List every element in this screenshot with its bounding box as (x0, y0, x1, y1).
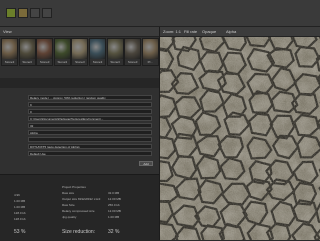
texture-preview[interactable] (160, 37, 320, 240)
thumbnail-image (125, 39, 140, 59)
view-header: Zoom: 1:1 Fill rate Opaque Alpha (160, 27, 320, 37)
project-properties-title: Project Properties (62, 185, 86, 189)
property-row: 0 (0, 109, 160, 115)
property-field[interactable]: 9 (28, 102, 152, 107)
thumbnail-label: Stone3 (55, 60, 70, 64)
view-mode-select[interactable]: Opaque (202, 29, 216, 34)
thumbnail-label: Stone3 (72, 60, 87, 64)
thumbnail-label: Stone3 (125, 60, 140, 64)
thumbnail-image (143, 39, 158, 59)
separator-band (0, 78, 160, 88)
zoom-label: Zoom: 1:1 (163, 29, 181, 34)
settings-icon[interactable] (30, 8, 40, 18)
alpha-toggle[interactable]: Alpha (226, 29, 236, 34)
main-toolbar (0, 0, 320, 27)
thumbnail-label: Stone3 (37, 60, 52, 64)
property-field[interactable]: Alpha (28, 130, 152, 135)
property-row (0, 137, 160, 143)
stat-value: 128.0 kb (14, 211, 26, 215)
project-stat-label: Raw Size (62, 203, 75, 207)
stat-value: 1.00 MB (14, 205, 25, 209)
thumbnail-item[interactable]: Stone3 (89, 38, 106, 66)
thumbnail-label: Stone3 (2, 60, 17, 64)
property-field[interactable]: DXT1/DXT5 (auto detection of Alpha) (28, 144, 152, 149)
project-stat-value: 12.00 MB (108, 197, 121, 201)
property-field[interactable]: C:\Users\Documents\Package\Textures\Envi… (28, 116, 152, 121)
thumbnail-image (55, 39, 70, 59)
property-field[interactable]: Relaxy mode | ... Approx. 50% reduction … (28, 95, 152, 100)
property-field[interactable]: Default Use (28, 151, 152, 156)
thumbnail-image (2, 39, 17, 59)
stats-panel: 4.96 1.00 MB 1.00 MB 128.0 kb 128.0 kb 53 % Pr… (0, 174, 160, 241)
project-stat-value: 1.00 MB (108, 215, 119, 219)
property-row: DXT1/DXT5 (auto detection of Alpha) (0, 144, 160, 150)
stat-value: 4.96 (14, 193, 20, 197)
thumbnail-item[interactable]: Stone3 (71, 38, 88, 66)
property-row: C:\Users\Documents\Package\Textures\Envi… (0, 116, 160, 122)
thumbnail-item[interactable]: Stone3 (107, 38, 124, 66)
property-field[interactable]: 0 (28, 109, 152, 114)
apply-button[interactable]: Add (139, 161, 153, 166)
property-field[interactable] (28, 137, 152, 142)
project-stat-label: Relaxy compressed size (62, 209, 95, 213)
property-row: 32 (0, 123, 160, 129)
thumbnail-label: Stone3 (90, 60, 105, 64)
thumbnail-label: Pr... (143, 60, 158, 64)
save-icon[interactable] (6, 8, 16, 18)
thumbnail-image (72, 39, 87, 59)
thumbnail-label: Stone3 (108, 60, 123, 64)
tab-view[interactable]: View (3, 29, 12, 34)
property-row: Default Use (0, 151, 160, 157)
project-stat-value: 12.00 MB (108, 209, 121, 213)
stone-texture-image (160, 37, 320, 240)
thumbnail-image (37, 39, 52, 59)
thumbnail-item[interactable]: Stone3 (19, 38, 36, 66)
project-stat-value: 256.0 kb (108, 203, 120, 207)
thumbnail-label: Stone3 (20, 60, 35, 64)
stat-value: 128.0 kb (14, 217, 26, 221)
thumbnail-item[interactable]: Stone3 (36, 38, 53, 66)
thumbnail-item[interactable]: Stone3 (1, 38, 18, 66)
reduction-percent-left: 53 % (14, 229, 25, 235)
export-icon[interactable] (42, 8, 52, 18)
project-stat-label: Jpg quality (62, 215, 76, 219)
thumbnail-image (20, 39, 35, 59)
property-row: 9 (0, 102, 160, 108)
project-stat-value: 32 % (108, 229, 119, 235)
thumbnail-strip: Stone3Stone3Stone3Stone3Stone3Stone3Ston… (0, 38, 160, 74)
open-icon[interactable] (18, 8, 28, 18)
thumbnail-image (90, 39, 105, 59)
thumbnail-item[interactable]: Stone3 (124, 38, 141, 66)
thumbnail-item[interactable]: Stone3 (54, 38, 71, 66)
project-stat-label: Size reduction: (62, 229, 95, 235)
property-row: Alpha (0, 130, 160, 136)
thumbnail-image (108, 39, 123, 59)
property-row: Relaxy mode | ... Approx. 50% reduction … (0, 95, 160, 101)
property-field[interactable]: 32 (28, 123, 152, 128)
left-panel-header: View (0, 27, 160, 37)
project-stat-value: 32.0 MB (108, 191, 119, 195)
project-stat-label: Output size 8192x8192 x1x4: (62, 197, 101, 201)
project-stat-label: Raw size (62, 191, 74, 195)
thumbnail-item[interactable]: Pr... (142, 38, 159, 66)
properties-panel: Relaxy mode | ... Approx. 50% reduction … (0, 95, 160, 165)
fill-rate-label: Fill rate (184, 29, 197, 34)
stat-value: 1.00 MB (14, 199, 25, 203)
